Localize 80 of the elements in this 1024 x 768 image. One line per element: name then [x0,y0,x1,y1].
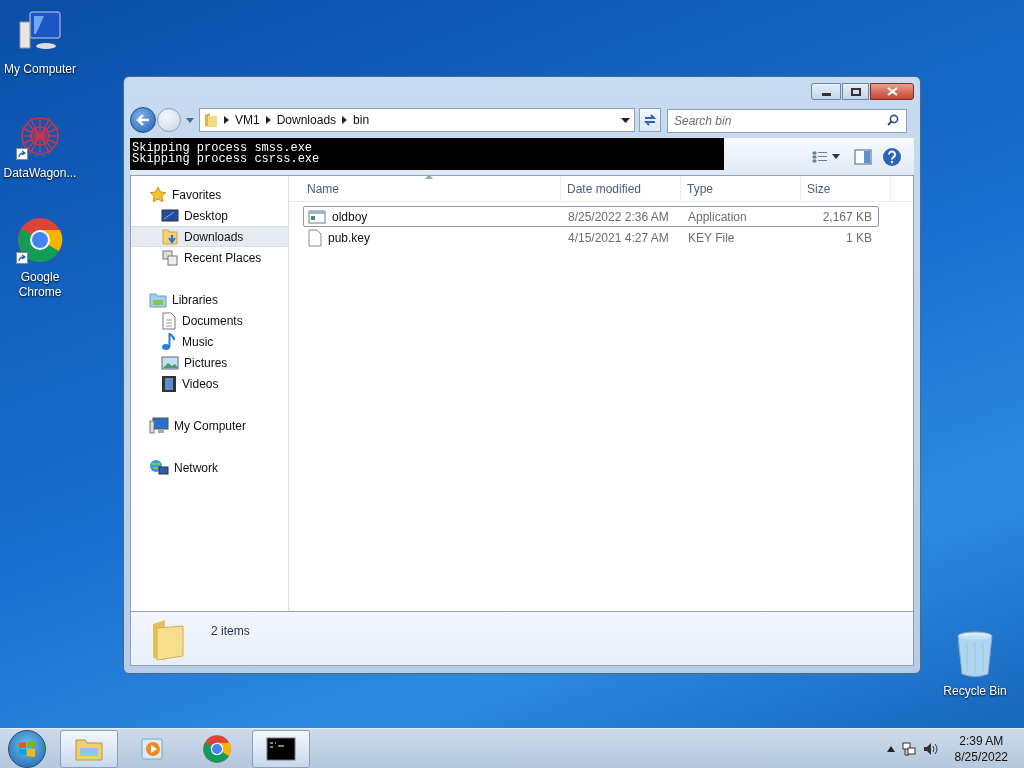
nav-item[interactable]: Recent Places [131,247,288,268]
back-arrow-icon [136,114,150,126]
maximize-button[interactable] [842,83,869,100]
column-header[interactable]: Type [681,176,801,201]
refresh-icon [643,113,657,127]
minimize-button[interactable] [811,83,841,100]
clock-time[interactable]: 2:39 AM [959,732,1004,749]
music-note-icon [161,332,177,351]
nav-item[interactable]: Network [131,457,288,478]
desktop-icon-label[interactable]: Recycle Bin [936,684,1014,699]
desktop-icon-label[interactable]: Google Chrome [1,270,79,300]
column-header[interactable]: Size [801,176,891,201]
file-date: 8/25/2022 2:36 AM [567,208,670,226]
nav-item[interactable]: Desktop [131,205,288,226]
console-output: Skipping process smss.exe Skipping process csrss.exe [130,138,724,170]
file-name: pub.key [328,229,371,247]
file-date: 4/15/2021 4:27 AM [567,229,670,247]
windows-logo-icon [17,738,37,759]
file-size: 1 KB [845,229,873,247]
show-hidden-icons-icon[interactable] [886,745,895,752]
column-header[interactable]: Name [289,176,561,201]
nav-item[interactable]: My Computer [131,415,288,436]
start-button[interactable] [8,729,46,768]
file-row[interactable]: oldboy 8/25/2022 2:36 AM Application 2,167 KB [303,206,879,227]
search-field[interactable]: Search bin [667,109,907,133]
preview-pane-icon[interactable] [854,148,872,165]
address-bar[interactable]: VM1 Downloads bin [199,108,635,132]
nav-item[interactable]: Pictures [131,352,288,373]
breadcrumb-arrow-icon[interactable] [342,116,348,124]
film-strip-icon [161,374,177,393]
close-button[interactable] [870,83,914,100]
blank-file-icon [308,228,322,247]
back-button[interactable] [130,107,156,133]
nav-item[interactable]: Favorites [131,184,288,205]
media-player-icon [140,735,166,762]
file-size: 2,167 KB [821,208,873,226]
star-icon [149,185,167,204]
folder-icon [204,112,218,128]
desktop-icon-label[interactable]: My Computer [1,62,79,77]
nav-item[interactable]: Music [131,331,288,352]
file-row[interactable]: pub.key 4/15/2021 4:27 AM KEY File 1 KB [303,227,879,248]
picture-icon [161,354,179,371]
desktop-chrome-logo-icon[interactable] [16,216,64,264]
help-icon[interactable] [882,146,902,167]
recent-pages-dropdown-icon[interactable] [185,116,195,124]
library-folder-icon [149,291,167,308]
network-globe-icon [149,458,169,477]
breadcrumb-arrow-icon[interactable] [265,116,271,124]
column-header[interactable]: Date modified [561,176,681,201]
document-icon [161,311,177,330]
dropdown-caret-icon [832,154,840,159]
application-icon [308,209,326,224]
file-type: KEY File [687,229,736,247]
nav-item[interactable]: Libraries [131,289,288,310]
chrome-logo-icon [202,733,232,764]
network-icon[interactable] [900,740,917,757]
nav-item[interactable]: Videos [131,373,288,394]
computer-icon [149,416,169,435]
folder-arrow-icon [161,227,179,246]
nav-item[interactable]: Documents [131,310,288,331]
recent-places-icon [161,248,179,267]
address-dropdown-icon[interactable] [621,117,630,123]
breadcrumb-item[interactable]: Downloads [276,111,337,129]
refresh-button[interactable] [639,108,661,132]
nav-item[interactable]: Downloads [131,226,288,247]
item-count: 2 items [211,623,250,640]
monitor-icon [161,207,179,224]
file-name: oldboy [332,208,368,226]
taskbar-command-prompt-button[interactable] [252,729,310,768]
details-view-icon [812,150,828,163]
clock-date[interactable]: 8/25/2022 [954,748,1008,765]
desktop-icon-label[interactable]: DataWagon... [1,166,79,181]
close-icon [886,87,898,96]
breadcrumb-item[interactable]: bin [353,111,370,129]
search-icon [887,114,899,126]
breadcrumb-arrow-icon[interactable] [224,116,229,124]
breadcrumb-item[interactable]: VM1 [235,111,260,129]
sort-arrow-icon [425,174,433,179]
command-prompt-icon [266,736,296,761]
file-type: Application [687,208,748,226]
